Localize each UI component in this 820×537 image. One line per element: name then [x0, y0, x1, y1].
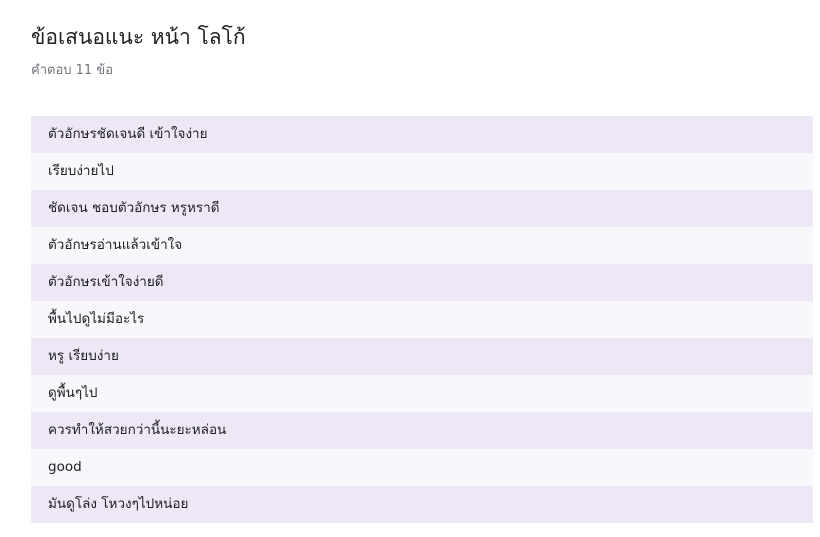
response-item: ตัวอักษรเข้าใจง่ายดี — [31, 264, 813, 301]
question-title: ข้อเสนอแนะ หน้า โลโก้ — [31, 25, 246, 49]
response-item: ดูพื้นๆไป — [31, 375, 813, 412]
response-list: ตัวอักษรชัดเจนดี เข้าใจง่าย เรียบง่ายไป … — [31, 116, 813, 523]
response-item: ควรทำให้สวยกว่านี้นะยะหล่อน — [31, 412, 813, 449]
response-item: ตัวอักษรชัดเจนดี เข้าใจง่าย — [31, 116, 813, 153]
response-item: หรู เรียบง่าย — [31, 338, 813, 375]
response-item: พื้นไปดูไม่มีอะไร — [31, 301, 813, 338]
response-item: ตัวอักษรอ่านแล้วเข้าใจ — [31, 227, 813, 264]
response-item: เรียบง่ายไป — [31, 153, 813, 190]
response-item: ชัดเจน ชอบตัวอักษร หรูหราดี — [31, 190, 813, 227]
response-item: มันดูโล่ง โหวงๆไปหน่อย — [31, 486, 813, 523]
response-item: good — [31, 449, 813, 486]
response-summary-card: ข้อเสนอแนะ หน้า โลโก้ คำตอบ 11 ข้อ ตัวอั… — [0, 0, 820, 537]
response-count: คำตอบ 11 ข้อ — [31, 63, 113, 78]
